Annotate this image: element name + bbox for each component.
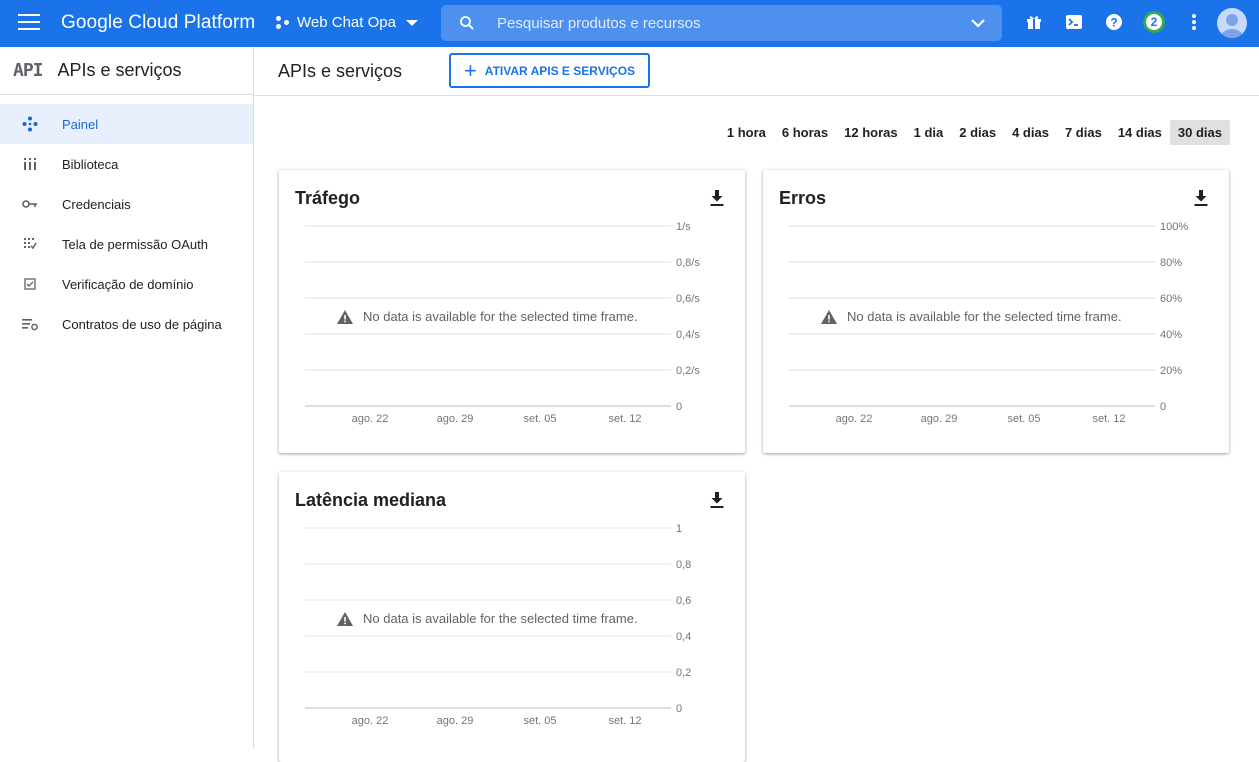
brand-title[interactable]: Google Cloud Platform bbox=[61, 12, 255, 34]
range-1-hora[interactable]: 1 hora bbox=[719, 120, 774, 145]
y-tick-label: 0 bbox=[676, 703, 682, 715]
y-tick-label: 100% bbox=[1160, 221, 1188, 233]
sidebar-item-label: Biblioteca bbox=[62, 156, 119, 172]
top-bar: Google Cloud Platform Web Chat Opa Pesqu… bbox=[0, 0, 1259, 47]
x-tick-label: ago. 22 bbox=[352, 413, 389, 425]
menu-icon[interactable] bbox=[18, 14, 40, 32]
y-tick-label: 0 bbox=[676, 401, 682, 413]
y-tick-label: 1/s bbox=[676, 221, 691, 233]
x-tick-label: ago. 29 bbox=[437, 413, 474, 425]
enable-apis-label: ATIVAR APIS E SERVIÇOS bbox=[484, 63, 636, 78]
oauth-consent-icon bbox=[22, 236, 38, 252]
warning-icon bbox=[821, 309, 837, 324]
svg-text:?: ? bbox=[1110, 16, 1117, 30]
x-tick-label: ago. 29 bbox=[921, 413, 958, 425]
y-tick-label: 0,2/s bbox=[676, 365, 700, 377]
caret-down-icon bbox=[405, 19, 418, 26]
more-vert-icon[interactable] bbox=[1180, 8, 1208, 36]
search-placeholder: Pesquisar produtos e recursos bbox=[497, 14, 701, 32]
sidebar-item-label: Tela de permissão OAuth bbox=[62, 236, 208, 252]
x-tick-label: set. 12 bbox=[608, 715, 641, 727]
x-tick-label: set. 05 bbox=[1007, 413, 1040, 425]
y-tick-label: 0,4 bbox=[676, 631, 691, 643]
project-dots-icon bbox=[276, 15, 290, 30]
y-tick-label: 0 bbox=[1160, 401, 1166, 413]
y-tick-label: 40% bbox=[1160, 329, 1182, 341]
sidebar-item-oauth[interactable]: Tela de permissão OAuth bbox=[0, 224, 253, 264]
y-tick-label: 60% bbox=[1160, 293, 1182, 305]
warning-icon bbox=[337, 309, 353, 324]
chevron-down-icon[interactable] bbox=[970, 15, 986, 31]
latency-card: Latência mediana 1 0,8 0,6 0,4 0,2 0 ago. 22 ag… bbox=[279, 472, 745, 762]
range-4-dias[interactable]: 4 dias bbox=[1004, 120, 1057, 145]
x-tick-label: set. 12 bbox=[1092, 413, 1125, 425]
y-tick-label: 0,2 bbox=[676, 667, 691, 679]
range-2-dias[interactable]: 2 dias bbox=[951, 120, 1004, 145]
time-range-selector: 1 hora 6 horas 12 horas 1 dia 2 dias 4 d… bbox=[719, 120, 1230, 145]
traffic-card: Tráfego 1/s 0,8/s 0,6/s 0,4/s 0,2/s 0 ago. 22 a… bbox=[279, 170, 745, 453]
range-12-horas[interactable]: 12 horas bbox=[836, 120, 905, 145]
cloud-shell-icon[interactable] bbox=[1060, 8, 1088, 36]
range-14-dias[interactable]: 14 dias bbox=[1110, 120, 1170, 145]
no-data-message: No data is available for the selected ti… bbox=[337, 309, 657, 324]
sidebar-item-credenciais[interactable]: Credenciais bbox=[0, 184, 253, 224]
project-name: Web Chat Opa bbox=[297, 14, 396, 31]
sidebar-header: API APIs e serviços bbox=[0, 47, 253, 95]
domain-check-icon bbox=[22, 276, 38, 292]
y-tick-label: 0,6 bbox=[676, 595, 691, 607]
y-tick-label: 0,4/s bbox=[676, 329, 700, 341]
y-tick-label: 0,8 bbox=[676, 559, 691, 571]
sidebar-item-label: Painel bbox=[62, 116, 99, 132]
sidebar-item-label: Verificação de domínio bbox=[62, 276, 194, 292]
x-tick-label: set. 12 bbox=[608, 413, 641, 425]
search-icon bbox=[460, 16, 474, 30]
y-tick-label: 1 bbox=[676, 523, 682, 535]
range-30-dias[interactable]: 30 dias bbox=[1169, 120, 1230, 145]
enable-apis-button[interactable]: + ATIVAR APIS E SERVIÇOS bbox=[449, 53, 650, 88]
range-6-horas[interactable]: 6 horas bbox=[774, 120, 836, 145]
api-logo: API bbox=[13, 60, 43, 81]
sidebar-item-painel[interactable]: Painel bbox=[0, 104, 253, 144]
sidebar-item-contratos[interactable]: Contratos de uso de página bbox=[0, 304, 253, 344]
range-7-dias[interactable]: 7 dias bbox=[1057, 120, 1110, 145]
x-tick-label: ago. 22 bbox=[352, 715, 389, 727]
dashboard-icon bbox=[22, 116, 38, 132]
sidebar-item-verificacao[interactable]: Verificação de domínio bbox=[0, 264, 253, 304]
page-title: APIs e serviços bbox=[278, 61, 403, 81]
project-selector[interactable]: Web Chat Opa bbox=[276, 14, 418, 31]
x-tick-label: set. 05 bbox=[523, 413, 556, 425]
no-data-message: No data is available for the selected ti… bbox=[337, 611, 657, 626]
sidebar: API APIs e serviços Painel Biblioteca Cr… bbox=[0, 47, 254, 749]
y-tick-label: 0,6/s bbox=[676, 293, 700, 305]
library-icon bbox=[22, 156, 38, 172]
y-tick-label: 20% bbox=[1160, 365, 1182, 377]
sidebar-item-biblioteca[interactable]: Biblioteca bbox=[0, 144, 253, 184]
sidebar-title: APIs e serviços bbox=[57, 60, 182, 80]
x-tick-label: ago. 22 bbox=[836, 413, 873, 425]
help-icon[interactable]: ? bbox=[1100, 8, 1128, 36]
x-tick-label: set. 05 bbox=[523, 715, 556, 727]
x-tick-label: ago. 29 bbox=[437, 715, 474, 727]
range-1-dia[interactable]: 1 dia bbox=[906, 120, 952, 145]
sidebar-item-label: Credenciais bbox=[62, 196, 131, 212]
no-data-message: No data is available for the selected ti… bbox=[821, 309, 1141, 324]
search-bar[interactable]: Pesquisar produtos e recursos bbox=[441, 5, 1002, 41]
notifications-badge[interactable]: 2 bbox=[1140, 8, 1168, 36]
plus-icon: + bbox=[463, 57, 477, 83]
gift-icon[interactable] bbox=[1020, 8, 1048, 36]
y-tick-label: 80% bbox=[1160, 257, 1182, 269]
y-tick-label: 0,8/s bbox=[676, 257, 700, 269]
account-avatar[interactable] bbox=[1217, 8, 1247, 38]
warning-icon bbox=[337, 611, 353, 626]
main-header: APIs e serviços + ATIVAR APIS E SERVIÇOS bbox=[254, 47, 1259, 96]
page-usage-icon bbox=[22, 316, 38, 332]
key-icon bbox=[22, 196, 38, 212]
sidebar-item-label: Contratos de uso de página bbox=[62, 316, 222, 332]
errors-card: Erros 100% 80% 60% 40% 20% 0 ago. 22 ago. 29 set… bbox=[763, 170, 1229, 453]
